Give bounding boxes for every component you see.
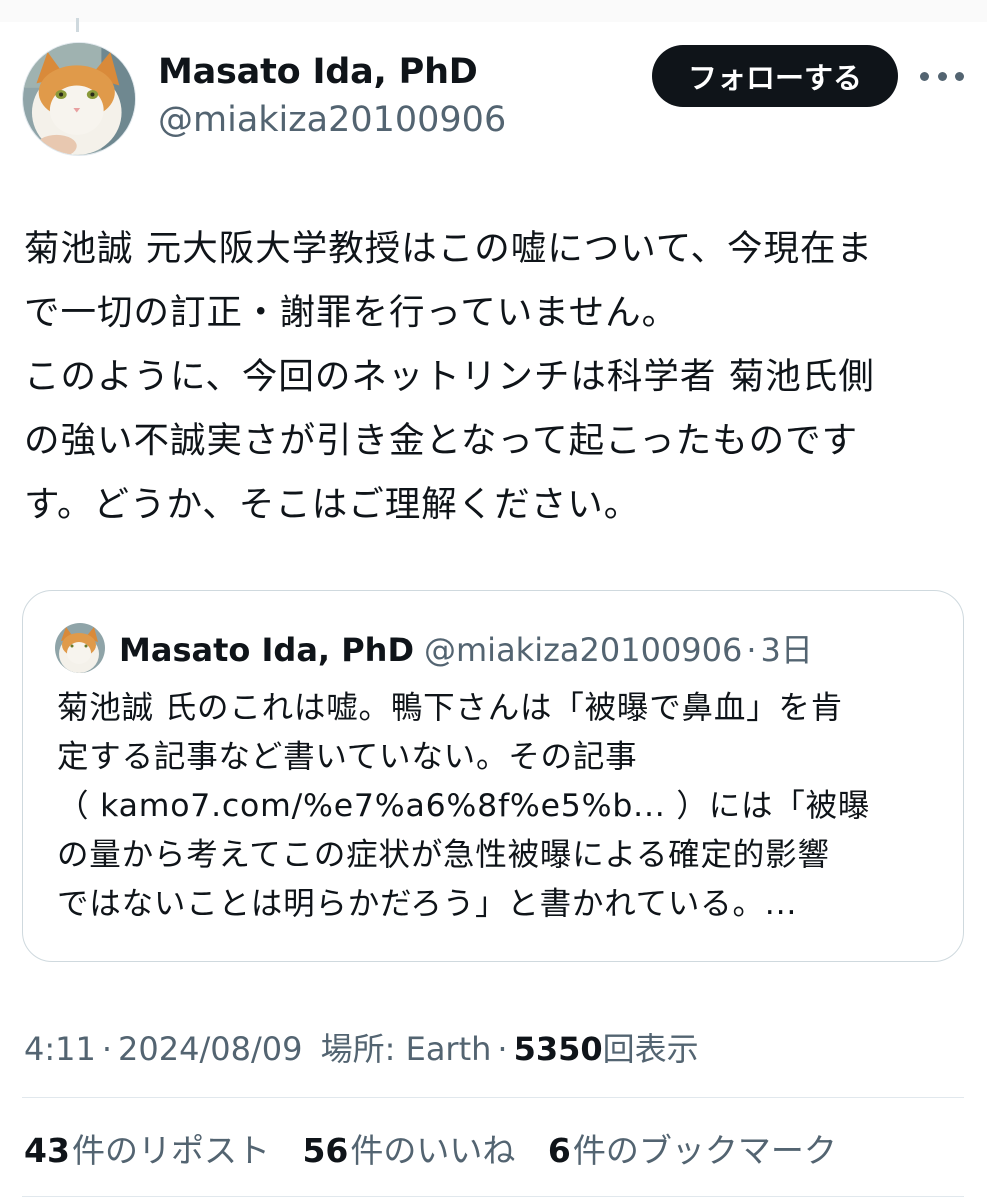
quoted-text-line: ではないことは明らかだろう」と書かれている。...	[57, 886, 798, 922]
separator-dot: ·	[746, 631, 757, 669]
cat-photo	[55, 623, 105, 673]
reposts-count: 43	[24, 1131, 70, 1170]
engagement-stats: 43件のリポスト 56件のいいね 6件のブックマーク	[24, 1124, 859, 1172]
follow-button[interactable]: フォローする	[652, 45, 898, 107]
quoted-author-name[interactable]: Masato Ida, PhD	[119, 631, 414, 669]
author-handle[interactable]: @miakiza20100906	[158, 100, 506, 140]
views-count: 5350	[513, 1030, 603, 1068]
status-bar-area	[0, 0, 987, 22]
tweet-text-line: で一切の訂正・謝罪を行っていません。	[24, 292, 679, 333]
bookmarks-count: 6	[547, 1131, 571, 1170]
quoted-tweet-text: 菊池誠 氏のこれは嘘。鴨下さんは「被曝で鼻血」を肯 定する記事など書いていない。…	[57, 684, 947, 929]
quoted-text-line: 菊池誠 氏のこれは嘘。鴨下さんは「被曝で鼻血」を肯	[57, 690, 844, 726]
likes-label: 件のいいね	[350, 1131, 516, 1170]
separator-dot: ·	[101, 1030, 113, 1068]
quoted-tweet-time[interactable]: 3日	[761, 631, 813, 669]
bookmarks-stat[interactable]: 6件のブックマーク	[548, 1124, 837, 1172]
tweet-detail-page: Masato Ida, PhD @miakiza20100906 フォローする …	[0, 0, 987, 1200]
tweet-text-line: の強い不誠実さが引き金となって起こったものです	[24, 420, 859, 461]
likes-stat[interactable]: 56件のいいね	[302, 1124, 515, 1172]
divider	[22, 1097, 964, 1098]
quoted-tweet-header: Masato Ida, PhD @miakiza20100906 · 3日	[119, 625, 813, 671]
author-avatar[interactable]	[22, 42, 136, 156]
bookmarks-label: 件のブックマーク	[572, 1131, 837, 1170]
quoted-tweet-card[interactable]: Masato Ida, PhD @miakiza20100906 · 3日 菊池誠 氏…	[22, 590, 964, 962]
tweet-metadata: 4:11 · 2024/08/09 場所: Earth · 5350回表示	[24, 1024, 699, 1070]
separator-dot: ·	[497, 1030, 508, 1068]
tweet-time[interactable]: 4:11	[24, 1030, 96, 1068]
tweet-text-line: このように、今回のネットリンチは科学者 菊池氏側	[24, 356, 875, 397]
tweet-date[interactable]: 2024/08/09	[118, 1030, 302, 1068]
more-options-icon[interactable]	[920, 62, 964, 90]
quoted-text-line: 定する記事など書いていない。その記事	[57, 739, 638, 775]
reposts-label: 件のリポスト	[71, 1131, 270, 1170]
quoted-author-handle[interactable]: @miakiza20100906	[424, 631, 742, 669]
tweet-text: 菊池誠 元大阪大学教授はこの嘘について、今現在ま で一切の訂正・謝罪を行っていま…	[24, 217, 969, 537]
views-label: 回表示	[602, 1030, 699, 1068]
cat-photo	[23, 43, 135, 155]
quoted-author-avatar[interactable]	[55, 623, 105, 673]
tweet-text-line: 菊池誠 元大阪大学教授はこの嘘について、今現在ま	[24, 228, 873, 269]
tweet-text-line: す。どうか、そこはご理解ください。	[24, 484, 641, 525]
quoted-text-line: （ kamo7.com/%e7%a6%8f%e5%b... ）には「被曝	[57, 788, 871, 824]
quoted-text-line: の量から考えてこの症状が急性被曝による確定的影響	[57, 837, 830, 873]
divider	[22, 1196, 964, 1197]
tweet-location: 場所: Earth	[320, 1030, 492, 1068]
thread-connector	[76, 18, 79, 32]
reposts-stat[interactable]: 43件のリポスト	[24, 1124, 270, 1172]
author-name[interactable]: Masato Ida, PhD	[158, 52, 478, 92]
likes-count: 56	[302, 1131, 349, 1170]
